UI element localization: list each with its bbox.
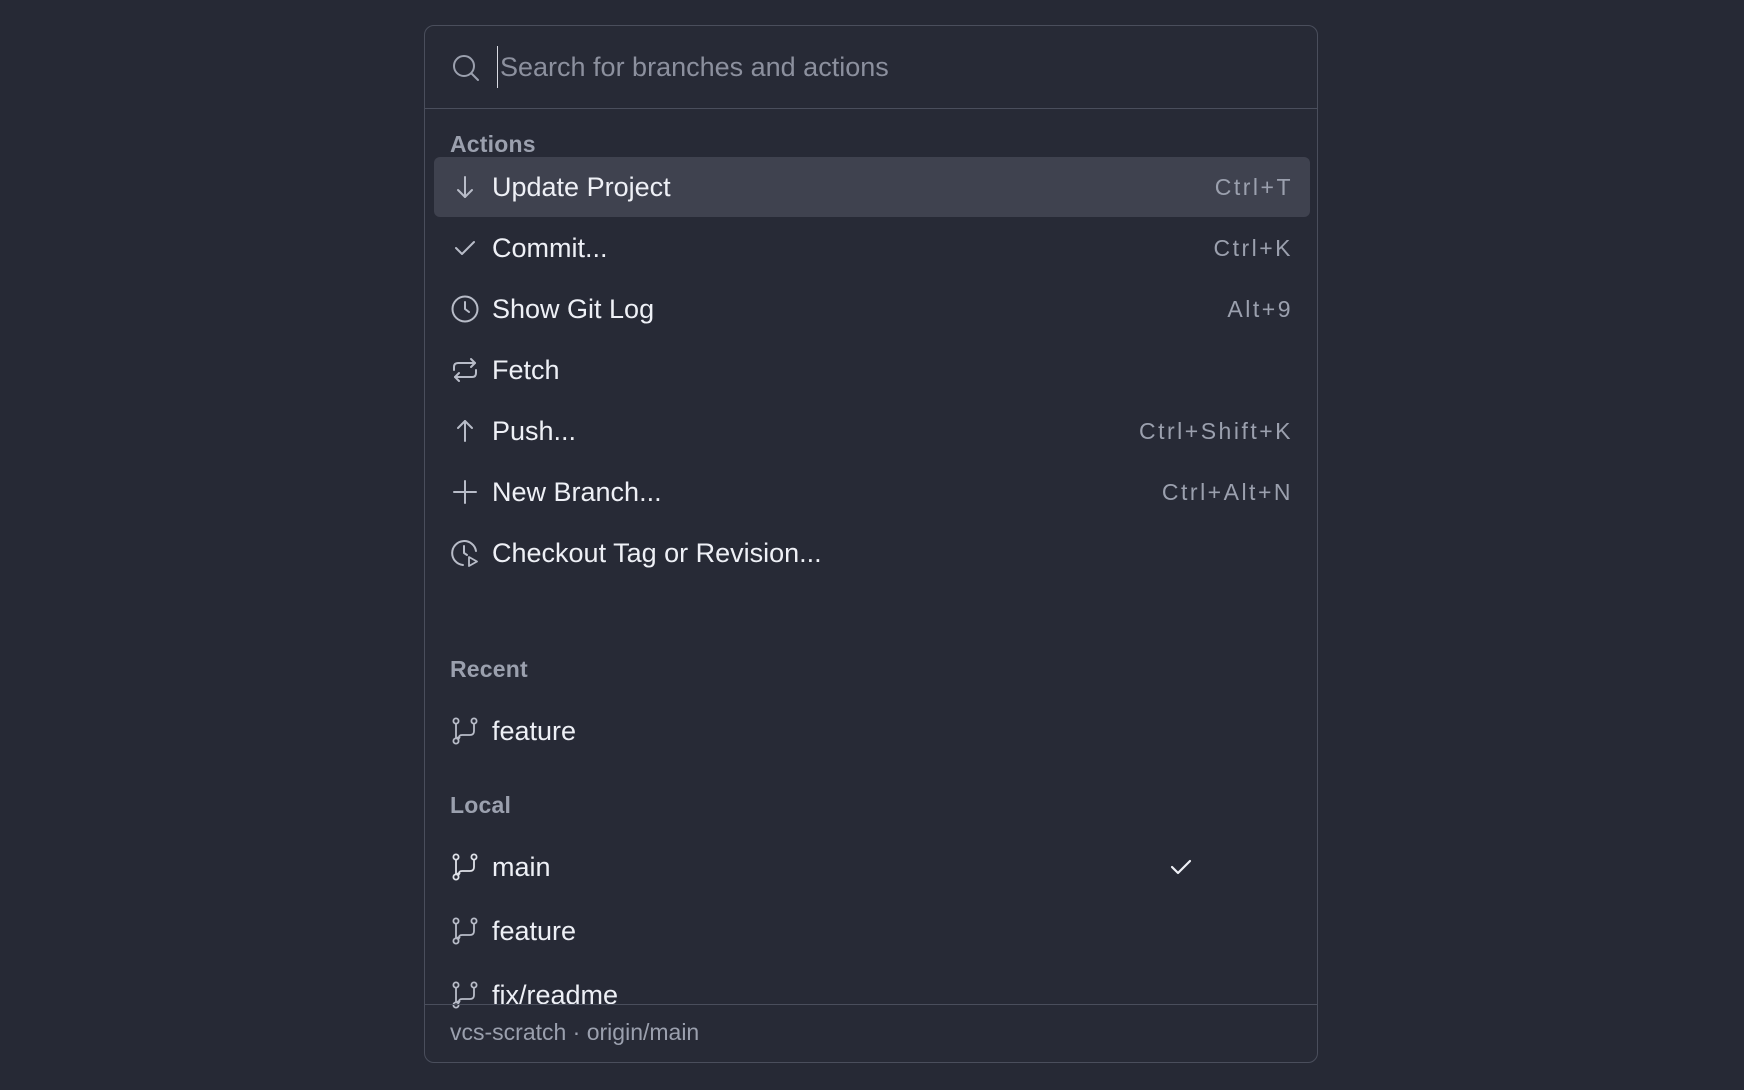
action-shortcut: Ctrl+K [1213,235,1293,261]
action-new-branch[interactable]: New Branch... Ctrl+Alt+N [434,462,1310,522]
branch-icon [450,916,480,946]
repository-status: vcs-scratch · origin/main [450,1019,700,1045]
status-footer: vcs-scratch · origin/main [425,1004,1317,1062]
section-label-recent: Recent [450,656,528,682]
search-input[interactable] [497,46,1280,88]
action-show-git-log[interactable]: Show Git Log Alt+9 [434,279,1310,339]
action-label: Push... [492,416,577,446]
branches-popup: Actions Update Project Ctrl+T Commit... … [424,25,1318,1063]
branch-icon [450,716,480,746]
check-icon [450,233,480,263]
current-branch-check-icon [1166,852,1196,882]
local-branch-feature[interactable]: feature [434,901,1310,961]
section-label-actions: Actions [450,131,536,157]
arrow-up-icon [450,416,480,446]
action-commit[interactable]: Commit... Ctrl+K [434,218,1310,278]
clock-play-icon [450,538,480,568]
branch-label: feature [492,916,577,946]
action-shortcut: Ctrl+T [1214,174,1293,200]
branch-label: main [492,852,551,882]
search-icon [451,53,481,83]
arrow-down-icon [450,172,480,202]
action-label: Fetch [492,355,560,385]
action-shortcut: Ctrl+Shift+K [1139,418,1293,444]
clock-icon [450,294,480,324]
action-fetch[interactable]: Fetch [434,340,1310,400]
action-label: New Branch... [492,477,662,507]
recent-branch-feature[interactable]: feature [434,701,1310,761]
action-checkout-tag-or-revision[interactable]: Checkout Tag or Revision... [434,523,1310,583]
action-label: Commit... [492,233,608,263]
plus-icon [450,477,480,507]
branch-label: feature [492,716,577,746]
section-label-local: Local [450,792,512,818]
action-label: Update Project [492,172,671,202]
refresh-icon [450,355,480,385]
local-branch-main[interactable]: main [434,837,1310,897]
action-push[interactable]: Push... Ctrl+Shift+K [434,401,1310,461]
search-bar [425,26,1317,109]
action-shortcut: Alt+9 [1227,296,1293,322]
action-shortcut: Ctrl+Alt+N [1161,479,1293,505]
action-label: Checkout Tag or Revision... [492,538,822,568]
branch-icon [450,852,480,882]
action-update-project[interactable]: Update Project Ctrl+T [434,157,1310,217]
action-label: Show Git Log [492,294,655,324]
